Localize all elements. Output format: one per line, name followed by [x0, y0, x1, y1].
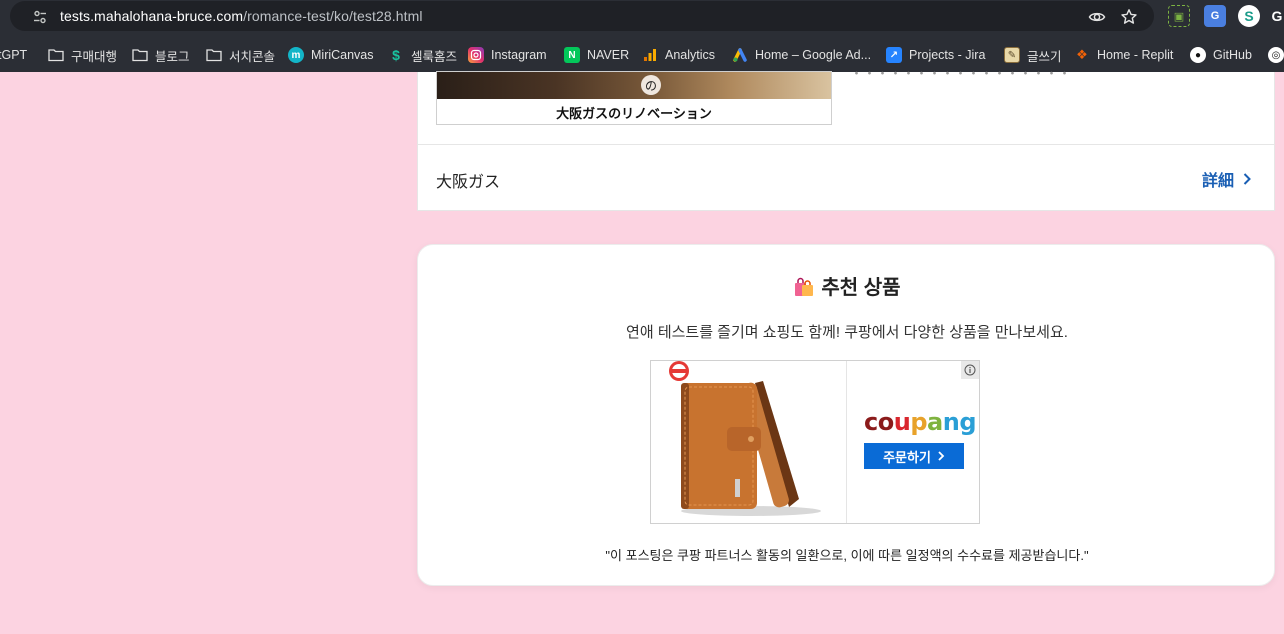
naver-icon: N [564, 47, 580, 63]
chevron-right-icon [938, 451, 945, 461]
google-translate-icon[interactable]: G [1204, 5, 1226, 27]
bookmark-miricanvas[interactable]: m MiriCanvas [288, 46, 374, 64]
url-host: tests.mahalohana-bruce.com [60, 8, 244, 24]
bookmark-folder-search-console[interactable]: 서치콘솔 [206, 46, 275, 64]
coupang-ad-banner[interactable]: coupang 주문하기 [650, 360, 980, 524]
affiliate-disclaimer: "이 포스팅은 쿠팡 파트너스 활동의 일환으로, 이에 따른 일정액의 수수료… [605, 548, 1089, 563]
extension-s-icon[interactable]: S [1238, 5, 1260, 27]
address-bar[interactable]: tests.mahalohana-bruce.com/romance-test/… [10, 1, 1154, 31]
folder-icon [206, 47, 222, 63]
order-button[interactable]: 주문하기 [864, 443, 964, 469]
bookmark-label: Home - Replit [1097, 48, 1174, 62]
bookmark-star-icon[interactable] [1120, 8, 1138, 26]
bookmark-label: Home – Google Ad... [755, 48, 872, 62]
bookmark-label: 서치콘솔 [229, 49, 276, 64]
bookmark-label: GitHub [1213, 48, 1252, 62]
details-link[interactable]: 詳細 [1202, 167, 1252, 191]
bookmark-partial[interactable]: ◎ [1268, 46, 1284, 64]
bookmark-write[interactable]: ✎ 글쓰기 [1004, 46, 1062, 64]
extension-partial-icon[interactable]: G [1270, 5, 1284, 27]
instagram-icon [468, 47, 484, 63]
bookmark-label: NAVER [587, 48, 630, 62]
bookmark-github[interactable]: ● GitHub [1190, 46, 1252, 64]
shopping-bags-icon [795, 277, 814, 296]
eye-icon[interactable] [1088, 8, 1106, 26]
bookmark-replit[interactable]: ❖ Home - Replit [1074, 46, 1173, 64]
coupang-logo-letter: u [893, 408, 911, 436]
ad-image-caption: 大阪ガスのリノベーション [556, 105, 712, 121]
bookmark-sellook[interactable]: $ 셀룩홈즈 [388, 46, 457, 64]
recommended-products-card: 추천 상품 연애 테스트를 즐기며 쇼핑도 함께! 쿠팡에서 다양한 상품을 만… [417, 244, 1275, 586]
bookmark-label: 구매대행 [71, 49, 118, 64]
ad-photo [437, 72, 831, 99]
product-image[interactable] [651, 361, 847, 523]
order-button-label: 주문하기 [883, 449, 931, 465]
bookmark-label: 글쓰기 [1027, 49, 1062, 64]
replit-icon: ❖ [1076, 47, 1088, 62]
details-label: 詳細 [1201, 173, 1234, 190]
jira-icon: ↗ [886, 47, 902, 63]
browser-chrome: tests.mahalohana-bruce.com/romance-test/… [0, 0, 1284, 72]
bookmark-naver[interactable]: N NAVER [564, 46, 629, 64]
bookmark-label: Analytics [665, 48, 716, 62]
bookmark-label: Instagram [491, 48, 547, 62]
wallet-case-image [669, 361, 821, 516]
ad-faded-text: ・・・・・・・・・・・・・・・・・ [850, 66, 1072, 81]
folder-icon [48, 47, 64, 63]
bookmark-instagram[interactable]: Instagram [468, 46, 547, 64]
bookmarks-bar: tGPT 구매대행 블로그 서치콘솔 m MiriCanvas $ 셀룩홈즈 I… [0, 38, 1284, 72]
site-settings-icon[interactable] [32, 9, 48, 25]
bookmark-google-ads[interactable]: Home – Google Ad... [732, 46, 871, 64]
bookmark-label: 블로그 [155, 49, 190, 64]
sponsored-ad-card: の 大阪ガスのリノベーション ・・・・・・・・・・・・・・・・・ 大阪ガス 詳細 [417, 66, 1275, 211]
coupang-logo-letter: p [910, 408, 928, 436]
bookmark-folder-purchase[interactable]: 구매대행 [48, 46, 117, 64]
section-title-text: 추천 상품 [821, 277, 901, 299]
ad-info-icon[interactable] [961, 361, 979, 379]
bookmark-label: Projects - Jira [909, 48, 986, 62]
google-ads-icon [732, 47, 748, 63]
url-text[interactable]: tests.mahalohana-bruce.com/romance-test/… [60, 8, 423, 24]
bookmark-label: 셀룩홈즈 [411, 49, 458, 64]
chevron-right-icon [1243, 173, 1251, 185]
ad-image-badge: の [641, 75, 661, 95]
write-icon: ✎ [1004, 47, 1020, 63]
coupang-logo-letter: c [864, 408, 878, 436]
folder-icon [132, 47, 148, 63]
coupang-logo-letter: o [877, 408, 895, 436]
bookmark-label: MiriCanvas [311, 48, 374, 62]
url-path: /romance-test/ko/test28.html [243, 8, 423, 24]
bookmark-folder-blog[interactable]: 블로그 [132, 46, 190, 64]
advertiser-name: 大阪ガス [436, 174, 501, 191]
coupang-logo-letter: n [942, 408, 960, 436]
bookmark-jira[interactable]: ↗ Projects - Jira [886, 46, 985, 64]
github-icon: ● [1190, 47, 1206, 63]
bookmark-chatgpt[interactable]: tGPT [0, 46, 27, 64]
extension-screenshot-icon[interactable]: ▣ [1168, 5, 1190, 27]
bookmark-analytics[interactable]: Analytics [642, 46, 715, 64]
divider [418, 144, 1274, 145]
coupang-logo-letter: g [959, 408, 976, 436]
sellook-icon: $ [392, 47, 400, 63]
bookmark-label: tGPT [0, 48, 28, 62]
coupang-logo-letter: a [927, 408, 943, 436]
section-description: 연애 테스트를 즐기며 쇼핑도 함께! 쿠팡에서 다양한 상품을 만나보세요. [626, 324, 1068, 341]
section-title: 추천 상품 [418, 271, 1276, 300]
partial-bookmark-icon: ◎ [1268, 47, 1284, 63]
miricanvas-icon: m [288, 47, 304, 63]
coupang-logo[interactable]: coupang [864, 408, 976, 436]
analytics-icon [642, 47, 658, 63]
ad-image[interactable]: の 大阪ガスのリノベーション [436, 71, 832, 125]
